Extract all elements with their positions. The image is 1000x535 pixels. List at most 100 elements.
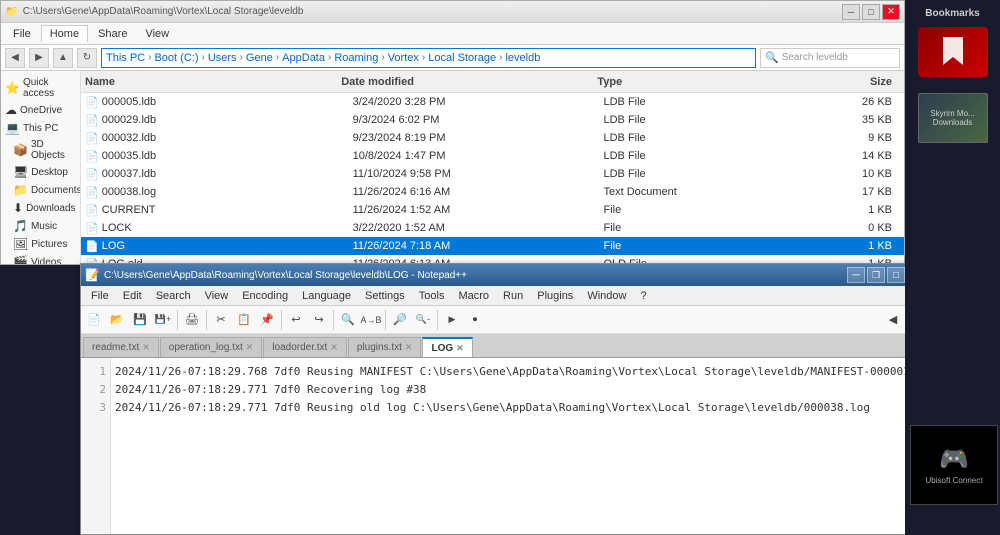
npp-tab-readme[interactable]: readme.txt ✕ <box>83 337 159 357</box>
npp-menu-run[interactable]: Run <box>497 289 529 303</box>
toolbar-sep-2 <box>206 310 207 330</box>
file-row-7[interactable]: 📄 LOCK 3/22/2020 1:52 AM File 0 KB <box>81 219 904 237</box>
file-row-5[interactable]: 📄 000038.log 11/26/2024 6:16 AM Text Doc… <box>81 183 904 201</box>
npp-tool-redo[interactable]: ↪ <box>308 309 330 331</box>
npp-tabs-bar: readme.txt ✕ operation_log.txt ✕ loadord… <box>81 334 929 358</box>
breadcrumb-appdata[interactable]: AppData <box>282 52 325 64</box>
npp-tool-copy[interactable]: 📋 <box>233 309 255 331</box>
breadcrumb-vortex[interactable]: Vortex <box>388 52 419 64</box>
sidebar-item-3dobjects[interactable]: 📦 3D Objects <box>1 137 80 163</box>
npp-menu-encoding[interactable]: Encoding <box>236 289 294 303</box>
search-box[interactable]: 🔍 Search leveldb <box>760 48 900 68</box>
sidebar-item-onedrive[interactable]: ☁ OneDrive <box>1 101 80 119</box>
ribbon-tab-share[interactable]: Share <box>90 26 135 42</box>
file-row-1[interactable]: 📄 000029.ldb 9/3/2024 6:02 PM LDB File 3… <box>81 111 904 129</box>
npp-menu-settings[interactable]: Settings <box>359 289 411 303</box>
npp-tool-undo[interactable]: ↩ <box>285 309 307 331</box>
maximize-button[interactable]: □ <box>862 4 880 20</box>
sidebar-item-thispc[interactable]: 💻 This PC <box>1 119 80 137</box>
up-button[interactable]: ▲ <box>53 48 73 68</box>
npp-tool-replace[interactable]: A→B <box>360 309 382 331</box>
npp-menu-help[interactable]: ? <box>634 289 652 303</box>
npp-tool-new[interactable]: 📄 <box>83 309 105 331</box>
npp-tool-saveall[interactable]: 💾+ <box>152 309 174 331</box>
npp-tool-zoomin[interactable]: 🔎 <box>389 309 411 331</box>
breadcrumb-localstorage[interactable]: Local Storage <box>428 52 496 64</box>
npp-tab-loadorder-close[interactable]: ✕ <box>330 342 338 353</box>
npp-menu-file[interactable]: File <box>85 289 115 303</box>
sidebar-item-downloads[interactable]: ⬇ Downloads <box>1 199 80 217</box>
ribbon-tab-view[interactable]: View <box>137 26 177 42</box>
npp-tab-readme-close[interactable]: ✕ <box>142 342 150 353</box>
npp-tab-log[interactable]: LOG ✕ <box>422 337 472 357</box>
ribbon-tab-home[interactable]: Home <box>41 25 88 42</box>
breadcrumb-thispc[interactable]: This PC <box>106 52 145 64</box>
sidebar-item-pictures[interactable]: 🖼 Pictures <box>1 235 80 253</box>
npp-tool-zoomout[interactable]: 🔍- <box>412 309 434 331</box>
file-row-0[interactable]: 📄 000005.ldb 3/24/2020 3:28 PM LDB File … <box>81 93 904 111</box>
file-name-5: 000038.log <box>102 186 353 198</box>
breadcrumb-gene[interactable]: Gene <box>246 52 273 64</box>
npp-menu-tools[interactable]: Tools <box>413 289 451 303</box>
toolbar-sep-1 <box>177 310 178 330</box>
file-type-1: LDB File <box>603 114 791 126</box>
npp-tool-save[interactable]: 💾 <box>129 309 151 331</box>
file-row-8[interactable]: 📄 LOG 11/26/2024 7:18 AM File 1 KB <box>81 237 904 255</box>
npp-restore-button[interactable]: ❐ <box>867 267 885 283</box>
npp-menu-edit[interactable]: Edit <box>117 289 148 303</box>
npp-tool-extra2[interactable]: ⏺ <box>464 309 486 331</box>
npp-menu-language[interactable]: Language <box>296 289 357 303</box>
npp-tab-loadorder[interactable]: loadorder.txt ✕ <box>263 337 347 357</box>
npp-menu-search[interactable]: Search <box>150 289 197 303</box>
file-date-5: 11/26/2024 6:16 AM <box>353 186 604 198</box>
sidebar: ⭐ Quick access ☁ OneDrive 💻 This PC 📦 3D… <box>1 71 81 264</box>
refresh-button[interactable]: ↻ <box>77 48 97 68</box>
npp-tool-find[interactable]: 🔍 <box>337 309 359 331</box>
file-row-6[interactable]: 📄 CURRENT 11/26/2024 1:52 AM File 1 KB <box>81 201 904 219</box>
sidebar-item-desktop[interactable]: 🖥 Desktop <box>1 163 80 181</box>
breadcrumb-users[interactable]: Users <box>208 52 237 64</box>
file-icon-8: 📄 <box>85 240 99 253</box>
close-button[interactable]: ✕ <box>882 4 900 20</box>
breadcrumb-path[interactable]: This PC › Boot (C:) › Users › Gene › App… <box>101 48 756 68</box>
npp-tool-extra1[interactable]: ▶ <box>441 309 463 331</box>
back-button[interactable]: ◀ <box>5 48 25 68</box>
sidebar-item-videos[interactable]: 🎬 Videos <box>1 253 80 264</box>
npp-tool-print[interactable]: 🖨 <box>181 309 203 331</box>
npp-minimize-button[interactable]: ─ <box>847 267 865 283</box>
sidebar-item-quickaccess[interactable]: ⭐ Quick access <box>1 75 80 101</box>
header-size[interactable]: Size <box>790 76 900 88</box>
npp-editor[interactable]: 2024/11/26-07:18:29.768 7df0 Reusing MAN… <box>111 358 915 534</box>
header-type[interactable]: Type <box>597 76 789 88</box>
header-name[interactable]: Name <box>85 76 341 88</box>
npp-menu-window[interactable]: Window <box>581 289 632 303</box>
file-row-3[interactable]: 📄 000035.ldb 10/8/2024 1:47 PM LDB File … <box>81 147 904 165</box>
forward-button[interactable]: ▶ <box>29 48 49 68</box>
npp-tool-cut[interactable]: ✂ <box>210 309 232 331</box>
npp-tab-oplog-close[interactable]: ✕ <box>246 342 254 353</box>
breadcrumb-leveldb[interactable]: leveldb <box>505 52 540 64</box>
npp-maximize-button[interactable]: □ <box>887 267 905 283</box>
npp-tab-scroll-left[interactable]: ◀ <box>882 309 904 331</box>
npp-tab-plugins-close[interactable]: ✕ <box>405 342 413 353</box>
header-date[interactable]: Date modified <box>341 76 597 88</box>
npp-tab-plugins[interactable]: plugins.txt ✕ <box>348 337 422 357</box>
minimize-button[interactable]: ─ <box>842 4 860 20</box>
breadcrumb-bootc[interactable]: Boot (C:) <box>154 52 198 64</box>
npp-tool-open[interactable]: 📂 <box>106 309 128 331</box>
npp-menu-view[interactable]: View <box>199 289 235 303</box>
ubisoft-logo-icon: 🎮 <box>939 445 969 474</box>
file-row-4[interactable]: 📄 000037.ldb 11/10/2024 9:58 PM LDB File… <box>81 165 904 183</box>
npp-tab-log-close[interactable]: ✕ <box>456 343 464 354</box>
npp-menu-plugins[interactable]: Plugins <box>531 289 579 303</box>
ribbon-tab-file[interactable]: File <box>5 26 39 42</box>
sidebar-item-music[interactable]: 🎵 Music <box>1 217 80 235</box>
line-num-2: 2 <box>81 380 110 398</box>
file-row-2[interactable]: 📄 000032.ldb 9/23/2024 8:19 PM LDB File … <box>81 129 904 147</box>
sidebar-item-documents[interactable]: 📁 Documents <box>1 181 80 199</box>
npp-menu-macro[interactable]: Macro <box>452 289 495 303</box>
npp-tab-oplog[interactable]: operation_log.txt ✕ <box>160 337 263 357</box>
breadcrumb-roaming[interactable]: Roaming <box>334 52 378 64</box>
npp-tool-paste[interactable]: 📌 <box>256 309 278 331</box>
file-size-0: 26 KB <box>792 96 900 108</box>
